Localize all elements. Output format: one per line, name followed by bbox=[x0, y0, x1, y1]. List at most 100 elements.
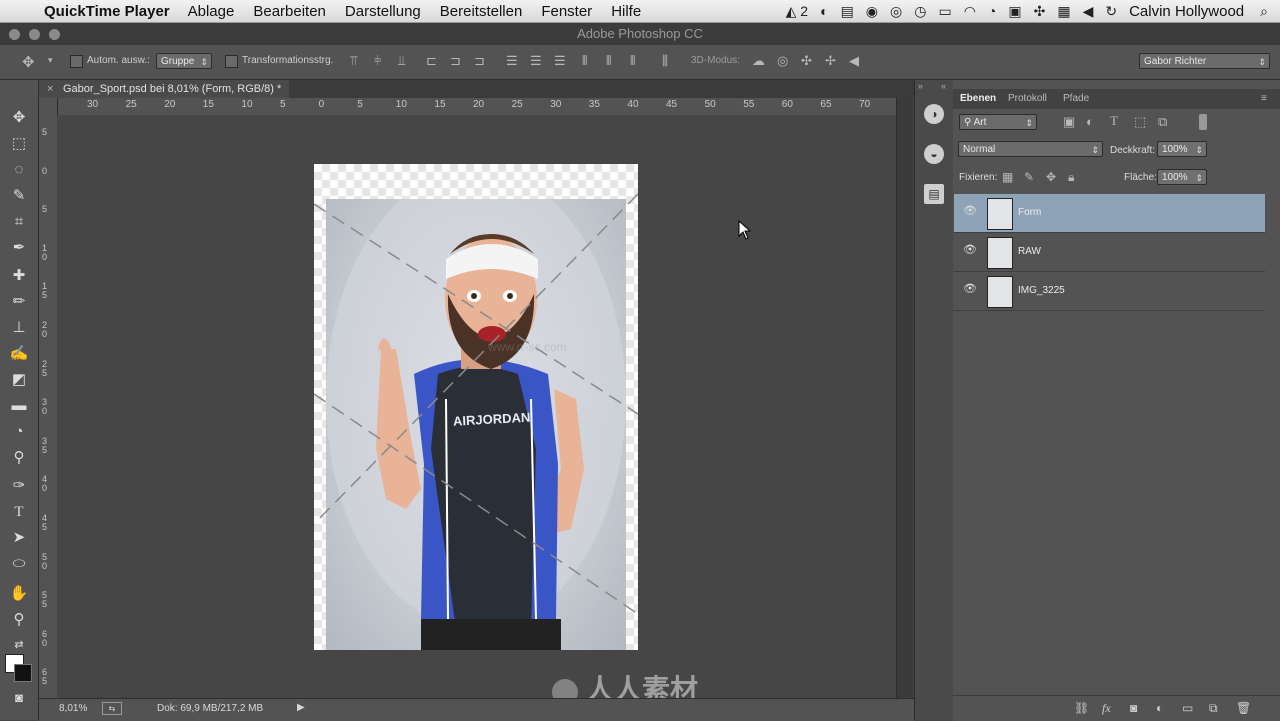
chevron-down-icon[interactable]: ▾ bbox=[48, 55, 53, 66]
layer-row-raw[interactable]: 👁︎ RAW bbox=[954, 233, 1265, 272]
spotlight-icon[interactable]: ⌕ bbox=[1260, 3, 1268, 20]
link-layers-icon[interactable]: ⛓ bbox=[1074, 701, 1089, 715]
3d-slide-icon[interactable]: ✢ bbox=[825, 53, 836, 69]
menu-darstellung[interactable]: Darstellung bbox=[345, 3, 421, 20]
evernote-icon[interactable]: ◐ bbox=[820, 3, 828, 19]
clock-icon[interactable]: ◷ bbox=[914, 3, 926, 20]
lock-all-icon[interactable]: 🔒︎ bbox=[1068, 170, 1074, 185]
filter-adjustment-icon[interactable]: ◐ bbox=[1086, 114, 1094, 129]
layer-name[interactable]: IMG_3225 bbox=[1018, 285, 1065, 296]
document-tab[interactable]: × Gabor_Sport.psd bei 8,01% (Form, RGB/8… bbox=[39, 80, 289, 98]
lasso-tool-icon[interactable]: ◌ bbox=[9, 160, 29, 180]
menu-ablage[interactable]: Ablage bbox=[188, 3, 235, 20]
monitor-icon[interactable]: ▣ bbox=[1008, 3, 1021, 20]
horizontal-ruler[interactable]: 3025201510505101520253035404550556065707… bbox=[57, 98, 896, 116]
distribute-hcenter-icon[interactable]: ⫴ bbox=[606, 53, 611, 69]
type-tool-icon[interactable]: T bbox=[9, 502, 29, 522]
filter-image-icon[interactable]: ▣ bbox=[1063, 114, 1075, 130]
eye-icon[interactable]: 👁︎ bbox=[963, 206, 977, 217]
fill-field[interactable]: 100% bbox=[1157, 169, 1207, 186]
distribute-right-icon[interactable]: ⫴ bbox=[630, 53, 635, 69]
display-icon[interactable]: ▭ bbox=[938, 3, 951, 20]
pen-tool-icon[interactable]: ✑ bbox=[9, 476, 29, 496]
brush-tool-icon[interactable]: ✏ bbox=[9, 292, 29, 312]
align-bottom-icon[interactable]: ⫫ bbox=[398, 53, 405, 69]
vertical-ruler[interactable]: 5 0 5 10 15 20 25 30 35 40 45 50 55 60 65 bbox=[39, 98, 58, 698]
distribute-bottom-icon[interactable]: ☰ bbox=[554, 53, 566, 69]
color-panel-icon[interactable]: ◑ bbox=[924, 104, 944, 124]
align-top-icon[interactable]: ⫪ bbox=[350, 53, 357, 69]
tab-ebenen[interactable]: Ebenen bbox=[960, 93, 996, 104]
path-select-tool-icon[interactable]: ➤ bbox=[9, 528, 29, 548]
share-icon[interactable]: ⇆ bbox=[102, 702, 122, 715]
sync-icon[interactable]: ◎ bbox=[890, 3, 902, 20]
wifi-icon[interactable]: ◠ bbox=[964, 3, 976, 20]
menu-bearbeiten[interactable]: Bearbeiten bbox=[253, 3, 326, 20]
transform-controls-checkbox[interactable] bbox=[225, 55, 238, 68]
lock-transparency-icon[interactable]: ▦ bbox=[1002, 170, 1013, 184]
filter-shape-icon[interactable]: ⬚ bbox=[1134, 114, 1146, 130]
blur-tool-icon[interactable]: ◔ bbox=[9, 422, 29, 442]
opacity-field[interactable]: 100% bbox=[1157, 141, 1207, 158]
volume-icon[interactable]: ◀ bbox=[1083, 3, 1094, 20]
move-tool-preset-icon[interactable]: ✥ bbox=[22, 53, 35, 71]
vertical-scrollbar[interactable] bbox=[896, 98, 913, 698]
adjustments-panel-icon[interactable]: ◒ bbox=[924, 144, 944, 164]
layer-row-img-3225[interactable]: 👁︎ IMG_3225 bbox=[954, 272, 1265, 311]
marquee-tool-icon[interactable]: ⬚ bbox=[9, 134, 29, 154]
lock-pixels-icon[interactable]: ✎ bbox=[1024, 170, 1034, 184]
user-name[interactable]: Calvin Hollywood bbox=[1129, 3, 1244, 20]
flag-icon[interactable]: ▦ bbox=[1057, 3, 1070, 20]
adobe-status-icon[interactable]: ◭ 2 bbox=[786, 3, 808, 20]
eraser-tool-icon[interactable]: ◩ bbox=[9, 370, 29, 390]
filter-type-icon[interactable]: T bbox=[1110, 113, 1118, 129]
background-color-swatch[interactable] bbox=[14, 664, 32, 682]
layer-row-form[interactable]: 👁︎ Form bbox=[954, 194, 1265, 233]
history-brush-tool-icon[interactable]: ✍ bbox=[9, 344, 29, 364]
panel-menu-icon[interactable]: ≡ bbox=[1261, 93, 1267, 104]
quick-mask-icon[interactable]: ◙ bbox=[9, 688, 29, 708]
ellipse-tool-icon[interactable]: ⬭ bbox=[9, 554, 29, 574]
filter-toggle[interactable] bbox=[1199, 114, 1207, 130]
swap-colors-icon[interactable]: ⇄ bbox=[9, 635, 29, 655]
auto-select-checkbox[interactable] bbox=[70, 55, 83, 68]
new-group-icon[interactable]: ▭ bbox=[1182, 701, 1193, 715]
distribute-left-icon[interactable]: ⫴ bbox=[582, 53, 587, 69]
hand-tool-icon[interactable]: ✋ bbox=[9, 584, 29, 604]
notes-icon[interactable]: ▤ bbox=[841, 3, 854, 20]
filter-smartobject-icon[interactable]: ⧉ bbox=[1158, 114, 1167, 130]
chat-icon[interactable]: ◉ bbox=[866, 3, 878, 20]
dodge-tool-icon[interactable]: ⚲ bbox=[9, 448, 29, 468]
tab-protokoll[interactable]: Protokoll bbox=[1008, 93, 1047, 104]
tab-pfade[interactable]: Pfade bbox=[1063, 93, 1089, 104]
menu-bereitstellen[interactable]: Bereitstellen bbox=[440, 3, 523, 20]
gradient-tool-icon[interactable]: ▬ bbox=[9, 396, 29, 416]
eyedropper-tool-icon[interactable]: ✒ bbox=[9, 238, 29, 258]
layer-mask-icon[interactable]: ◙ bbox=[1130, 701, 1137, 715]
quick-select-tool-icon[interactable]: ✎ bbox=[9, 186, 29, 206]
status-menu-arrow-icon[interactable]: ▶ bbox=[297, 702, 305, 713]
workspace-switcher[interactable]: Gabor Richter bbox=[1139, 53, 1270, 70]
properties-panel-icon[interactable]: ▤ bbox=[924, 184, 944, 204]
align-hcenter-icon[interactable]: ⊐ bbox=[450, 53, 461, 69]
3d-rotate-icon[interactable]: ☁ bbox=[752, 53, 765, 69]
refresh-icon[interactable]: ↻ bbox=[1105, 3, 1117, 20]
layer-style-icon[interactable]: fx bbox=[1102, 701, 1111, 716]
align-vcenter-icon[interactable]: ⫩ bbox=[374, 53, 381, 69]
adjustment-layer-icon[interactable]: ◐ bbox=[1156, 701, 1163, 715]
layer-name[interactable]: RAW bbox=[1018, 246, 1041, 257]
zoom-level[interactable]: 8,01% bbox=[59, 703, 87, 714]
close-tab-icon[interactable]: × bbox=[47, 80, 53, 98]
align-left-icon[interactable]: ⊏ bbox=[426, 53, 437, 69]
align-right-icon[interactable]: ⊐ bbox=[474, 53, 485, 69]
eye-icon[interactable]: 👁︎ bbox=[963, 245, 977, 256]
menu-fenster[interactable]: Fenster bbox=[541, 3, 592, 20]
new-layer-icon[interactable]: ⧉ bbox=[1209, 701, 1218, 716]
move-tool-icon[interactable]: ✥ bbox=[9, 108, 29, 128]
distribute-top-icon[interactable]: ☰ bbox=[506, 53, 518, 69]
auto-select-dropdown[interactable]: Gruppe bbox=[156, 53, 212, 70]
menu-app-name[interactable]: QuickTime Player bbox=[44, 3, 170, 20]
3d-drag-icon[interactable]: ✣ bbox=[801, 53, 812, 69]
eye-icon[interactable]: 👁︎ bbox=[963, 284, 977, 295]
zoom-tool-icon[interactable]: ⚲ bbox=[9, 610, 29, 630]
